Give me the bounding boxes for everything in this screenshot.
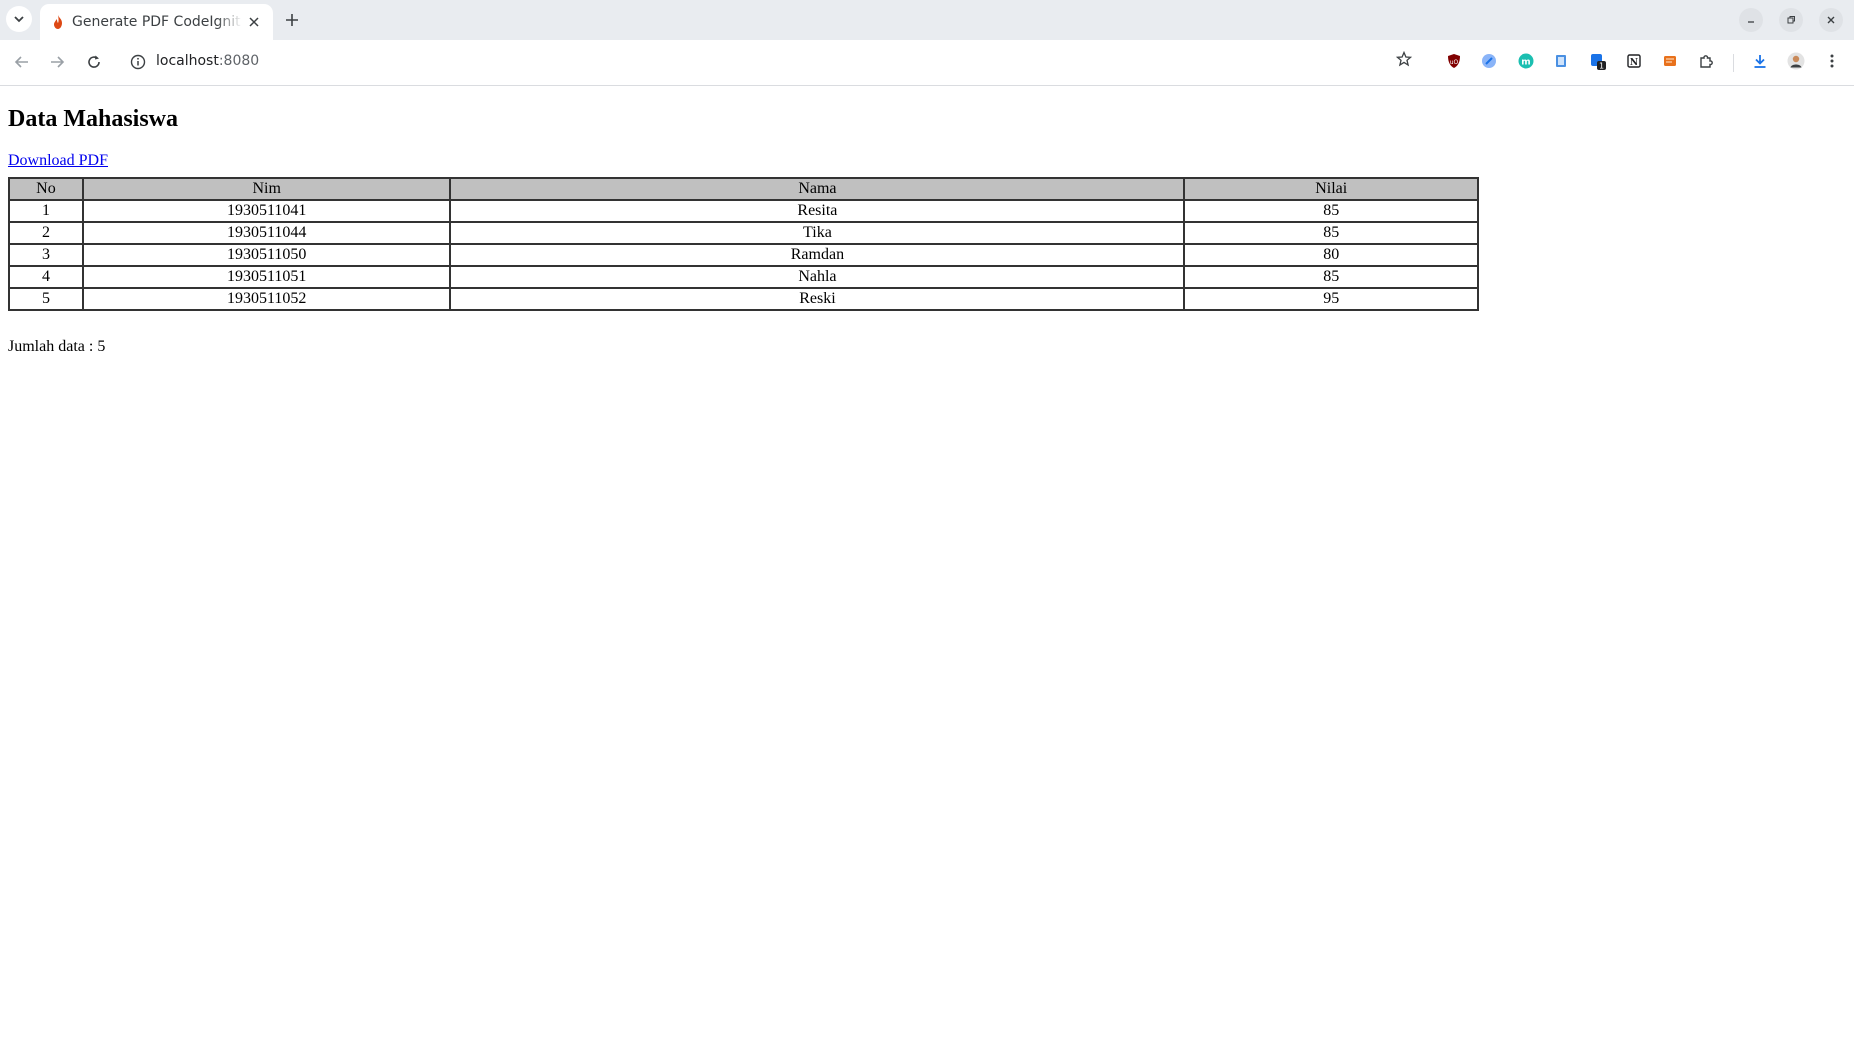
cell-nama: Reski — [449, 287, 1186, 311]
page-content: Data Mahasiswa Download PDF No Nim Nama … — [0, 86, 1854, 1048]
browser-toolbar: localhost:8080 uO m 1 N — [0, 40, 1854, 86]
close-window-button[interactable] — [1819, 8, 1843, 32]
cell-nama: Tika — [449, 221, 1186, 245]
cell-no: 5 — [8, 287, 84, 311]
download-pdf-link[interactable]: Download PDF — [8, 152, 108, 170]
download-icon[interactable] — [1750, 51, 1770, 71]
reload-button[interactable] — [82, 50, 106, 74]
info-icon[interactable] — [130, 54, 146, 70]
cell-nilai: 85 — [1183, 199, 1479, 223]
arrow-left-icon — [14, 56, 28, 68]
browser-tab[interactable]: Generate PDF CodeIgnit — [40, 4, 273, 40]
table-row: 2 1930511044 Tika 85 — [8, 221, 1479, 245]
svg-text:m: m — [1521, 58, 1530, 68]
svg-text:1: 1 — [1599, 62, 1604, 71]
page-title: Data Mahasiswa — [8, 106, 179, 132]
students-table: No Nim Nama Nilai 1 1930511041 Resita 85… — [8, 177, 1479, 311]
menu-kebab-icon[interactable] — [1822, 51, 1842, 71]
m-extension-icon[interactable]: m — [1516, 51, 1536, 71]
tab-strip: Generate PDF CodeIgnit — [0, 0, 1854, 40]
table-header-row: No Nim Nama Nilai — [8, 177, 1479, 201]
cell-nim: 1930511041 — [81, 199, 452, 223]
tab-close-icon[interactable] — [246, 14, 262, 30]
cell-nama: Nahla — [449, 265, 1186, 289]
table-row: 4 1930511051 Nahla 85 — [8, 265, 1479, 289]
svg-text:N: N — [1630, 58, 1638, 68]
url-port: :8080 — [218, 53, 260, 69]
address-bar[interactable]: localhost:8080 — [120, 45, 1431, 79]
cell-no: 3 — [8, 243, 84, 267]
star-icon — [1396, 51, 1412, 67]
plus-icon — [286, 14, 298, 26]
column-header-nim: Nim — [81, 177, 452, 201]
reload-icon — [88, 55, 100, 68]
cell-nim: 1930511052 — [81, 287, 452, 311]
table-row: 5 1930511052 Reski 95 — [8, 287, 1479, 311]
column-header-nilai: Nilai — [1183, 177, 1479, 201]
document-extension-icon[interactable] — [1551, 51, 1571, 71]
avatar[interactable] — [1786, 51, 1806, 71]
minimize-button[interactable] — [1739, 8, 1763, 32]
cell-nim: 1930511051 — [81, 265, 452, 289]
new-tab-button[interactable] — [282, 10, 302, 30]
restore-button[interactable] — [1779, 8, 1803, 32]
cell-nama: Ramdan — [449, 243, 1186, 267]
column-header-nama: Nama — [449, 177, 1186, 201]
close-icon — [1827, 16, 1835, 24]
back-button[interactable] — [10, 50, 34, 74]
cell-nilai: 95 — [1183, 287, 1479, 311]
cell-no: 4 — [8, 265, 84, 289]
toolbar-separator — [1733, 54, 1734, 72]
total-count-text: Jumlah data : 5 — [8, 338, 106, 355]
ublock-origin-icon[interactable]: uO — [1444, 51, 1464, 71]
cell-nama: Resita — [449, 199, 1186, 223]
column-header-no: No — [8, 177, 84, 201]
cell-no: 1 — [8, 199, 84, 223]
bookmark-star-button[interactable] — [1393, 48, 1415, 70]
table-row: 1 1930511041 Resita 85 — [8, 199, 1479, 223]
arrow-right-icon — [51, 56, 65, 68]
codeigniter-flame-icon — [54, 15, 62, 29]
forward-button[interactable] — [45, 50, 69, 74]
svg-text:uO: uO — [1450, 59, 1459, 66]
cell-nilai: 80 — [1183, 243, 1479, 267]
extension-icon[interactable] — [1479, 51, 1499, 71]
cell-nilai: 85 — [1183, 221, 1479, 245]
url-text: localhost:8080 — [156, 53, 259, 69]
cell-nim: 1930511050 — [81, 243, 452, 267]
cell-nilai: 85 — [1183, 265, 1479, 289]
badge-extension-icon[interactable]: 1 — [1588, 51, 1608, 71]
cell-nim: 1930511044 — [81, 221, 452, 245]
tab-search-button[interactable] — [6, 6, 32, 32]
table-row: 3 1930511050 Ramdan 80 — [8, 243, 1479, 267]
orange-extension-icon[interactable] — [1660, 51, 1680, 71]
restore-icon — [1787, 16, 1795, 24]
puzzle-extensions-icon[interactable] — [1696, 51, 1716, 71]
minimize-icon — [1748, 21, 1754, 23]
chevron-down-icon — [14, 16, 24, 23]
cell-no: 2 — [8, 221, 84, 245]
notion-icon[interactable]: N — [1624, 51, 1644, 71]
url-host: localhost — [156, 53, 219, 69]
tab-title: Generate PDF CodeIgnit — [72, 14, 241, 30]
